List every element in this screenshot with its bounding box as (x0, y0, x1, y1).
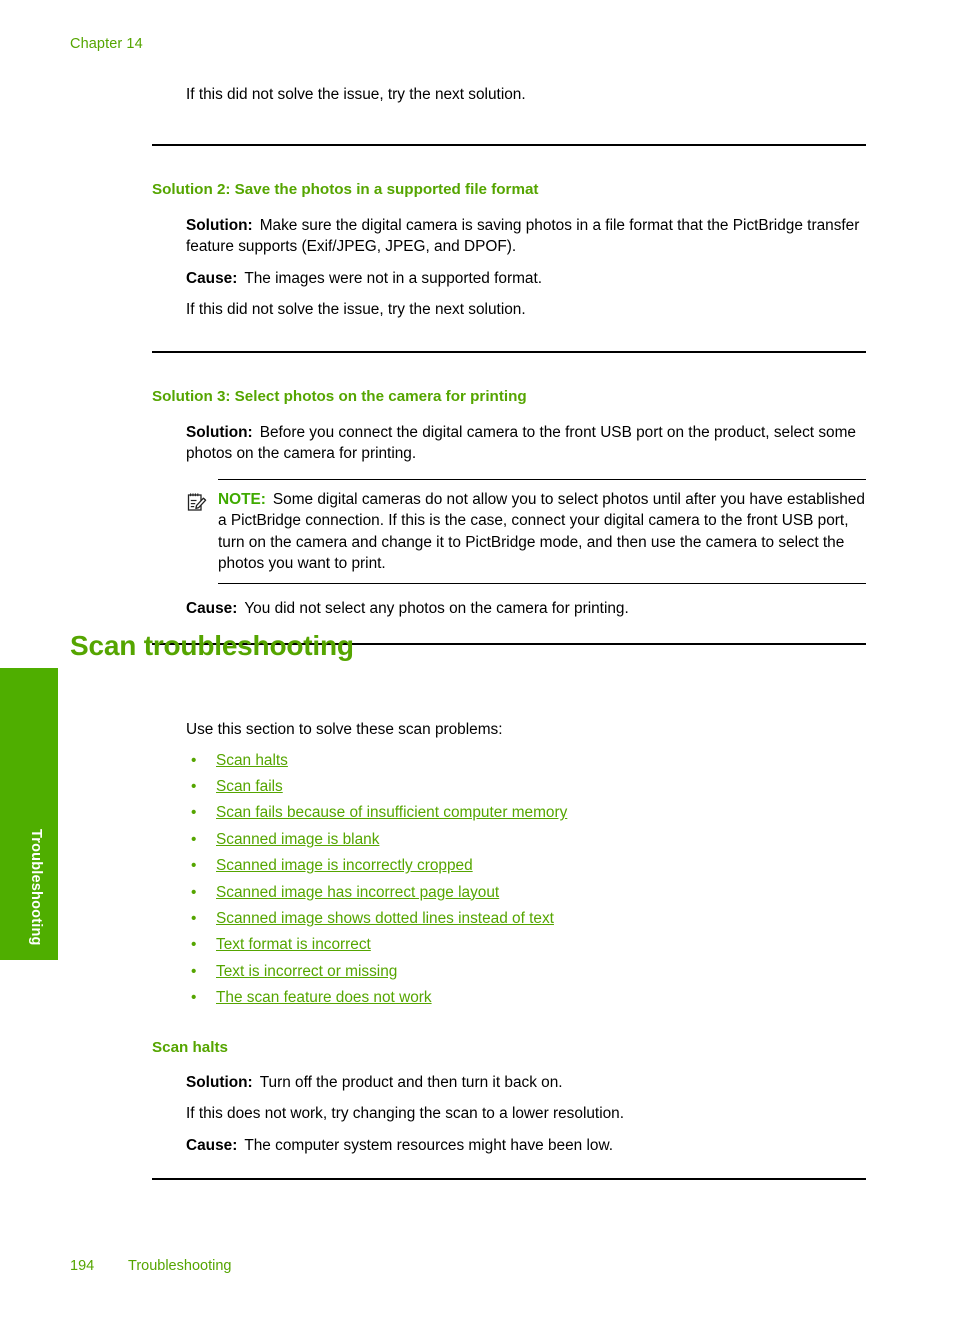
side-thumb-tab: Troubleshooting (0, 668, 58, 960)
cause-text: The computer system resources might have… (244, 1136, 614, 1154)
cause-label: Cause: (186, 269, 238, 287)
cause-text: The images were not in a supported forma… (244, 269, 543, 287)
scan-link[interactable]: The scan feature does not work (216, 989, 432, 1006)
solution-text: Turn off the product and then turn it ba… (259, 1073, 563, 1091)
solution-label: Solution: (186, 423, 253, 441)
list-item[interactable]: • The scan feature does not work (186, 985, 866, 1011)
scan-section-intro: Use this section to solve these scan pro… (186, 721, 503, 738)
solution-text: Before you connect the digital camera to… (186, 423, 856, 463)
footer-section-label: Troubleshooting (128, 1258, 232, 1274)
bullet-icon: • (191, 883, 197, 901)
scan-link[interactable]: Scanned image shows dotted lines instead… (216, 910, 554, 927)
bullet-icon: • (191, 962, 197, 980)
side-thumb-tab-label: Troubleshooting (28, 829, 44, 946)
list-item[interactable]: • Scan fails because of insufficient comp… (186, 800, 866, 826)
solution-2-heading: Solution 2: Save the photos in a support… (152, 180, 539, 198)
list-item[interactable]: • Scan fails (186, 774, 866, 800)
note-paragraph: NOTE: Some digital cameras do not allow y… (218, 489, 866, 575)
solution-2-cause-paragraph: Cause: The images were not in a supported… (186, 268, 866, 290)
chapter-header: Chapter 14 (70, 36, 143, 52)
bullet-icon: • (191, 857, 197, 875)
scan-link[interactable]: Text format is incorrect (216, 936, 371, 953)
cause-label: Cause: (186, 599, 238, 617)
bullet-icon: • (191, 989, 197, 1007)
solution-label: Solution: (186, 216, 253, 234)
bullet-icon: • (191, 830, 197, 848)
bullet-icon: • (191, 751, 197, 769)
bullet-icon: • (191, 804, 197, 822)
list-item[interactable]: • Scanned image is incorrectly cropped (186, 853, 866, 879)
list-item[interactable]: • Text is incorrect or missing (186, 959, 866, 985)
list-item[interactable]: • Text format is incorrect (186, 932, 866, 958)
solution-3-heading: Solution 3: Select photos on the camera … (152, 387, 527, 405)
solution-2-solution-paragraph: Solution: Make sure the digital camera is… (186, 215, 866, 258)
list-item[interactable]: • Scanned image shows dotted lines instea… (186, 906, 866, 932)
intro-line: If this did not solve the issue, try the… (186, 86, 526, 103)
bullet-icon: • (191, 936, 197, 954)
scan-halts-heading: Scan halts (152, 1038, 228, 1056)
scan-link[interactable]: Scan fails (216, 778, 283, 795)
page-footer: 194 Troubleshooting (70, 1258, 231, 1274)
scan-link[interactable]: Scanned image is blank (216, 831, 379, 848)
cause-text: You did not select any photos on the cam… (244, 599, 629, 617)
scan-link[interactable]: Scanned image is incorrectly cropped (216, 857, 473, 874)
solution-2-footer-line: If this did not solve the issue, try the… (186, 301, 526, 318)
scan-halts-cause-paragraph: Cause: The computer system resources migh… (186, 1135, 866, 1157)
note-text: Some digital cameras do not allow you to… (218, 490, 865, 573)
note-label: NOTE: (218, 490, 266, 508)
solution-3-solution-paragraph: Solution: Before you connect the digital … (186, 422, 866, 465)
scan-halts-extra-line: If this does not work, try changing the … (186, 1105, 625, 1123)
scan-halts-solution-paragraph: Solution: Turn off the product and then t… (186, 1072, 866, 1094)
scan-problem-link-list: • Scan halts • Scan fails • Scan fails beca… (186, 748, 866, 1012)
note-pencil-icon (186, 491, 208, 513)
note-admonition: NOTE: Some digital cameras do not allow y… (152, 478, 866, 584)
bullet-icon: • (191, 909, 197, 927)
page-number: 194 (70, 1258, 95, 1274)
cause-label: Cause: (186, 1136, 238, 1154)
solution-3-cause-paragraph: Cause: You did not select any photos on t… (186, 598, 866, 620)
bullet-icon: • (191, 777, 197, 795)
solution-text: Make sure the digital camera is saving p… (186, 216, 860, 256)
list-item[interactable]: • Scanned image has incorrect page layout (186, 880, 866, 906)
scan-link[interactable]: Scan halts (216, 752, 288, 769)
solution-label: Solution: (186, 1073, 253, 1091)
page-content: If this did not solve the issue, try the… (152, 0, 866, 1181)
scan-link[interactable]: Scanned image has incorrect page layout (216, 884, 499, 901)
list-item[interactable]: • Scan halts (186, 748, 866, 774)
scan-link[interactable]: Scan fails because of insufficient compu… (216, 804, 567, 821)
scan-link[interactable]: Text is incorrect or missing (216, 963, 397, 980)
page-title: Scan troubleshooting (70, 630, 354, 661)
section-rule-4 (152, 1178, 866, 1181)
list-item[interactable]: • Scanned image is blank (186, 827, 866, 853)
note-bottom-rule (218, 582, 866, 584)
